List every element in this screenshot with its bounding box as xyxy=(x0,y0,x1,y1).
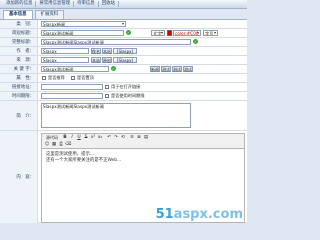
bold-button[interactable]: B xyxy=(62,135,68,141)
superscript-button[interactable]: x² xyxy=(90,135,96,141)
source-code-button[interactable]: 源代码 xyxy=(44,135,60,141)
source-slaspx-button[interactable]: [Slaspx] xyxy=(113,57,137,63)
align-left-icon[interactable]: ≡ xyxy=(129,135,135,141)
undo-icon[interactable]: ↶ xyxy=(106,135,112,141)
check-icon: ✓ xyxy=(193,39,198,44)
nav-item-manage[interactable]: 将常用信息管理 xyxy=(36,1,75,7)
schedule-checkbox[interactable] xyxy=(105,94,109,98)
author-anon-button[interactable]: 佚名 xyxy=(91,48,101,54)
author-label: 作 者： xyxy=(0,47,38,55)
form-tabs: 基本信息 扩展资料 xyxy=(0,10,247,19)
source-input[interactable]: Slaspx xyxy=(41,57,89,63)
recommend-checkbox[interactable] xyxy=(42,76,46,80)
row-short-title: 简短标题： Slaspx测试新闻 ✓ 文字 color:#C00 字号 xyxy=(0,29,247,38)
nav-item-recycle[interactable]: 回收站 xyxy=(99,1,119,7)
keyword-button-1[interactable]: 新闻 xyxy=(150,66,160,72)
schedule-label: 时间期限： xyxy=(0,92,38,100)
subscript-button[interactable]: x₂ xyxy=(97,135,103,141)
clear-format-icon[interactable]: ⌫ xyxy=(65,142,71,148)
row-category: 类 别： Slaspx新闻 xyxy=(0,20,247,29)
row-summary: 简 介： Slaspx测试新闻Slaspx测试新闻 xyxy=(0,101,247,131)
pin-checkbox[interactable] xyxy=(71,76,75,80)
check-icon: ✓ xyxy=(126,30,131,35)
author-slaspx-button[interactable]: [Slaspx] xyxy=(113,48,137,54)
list-icon[interactable]: ▤ xyxy=(143,135,149,141)
underline-button[interactable]: U xyxy=(76,135,82,141)
pin-label: 是否置顶 xyxy=(77,75,94,80)
category-label: 类 别： xyxy=(0,20,38,28)
source-original-button[interactable]: 原创 xyxy=(102,57,112,63)
keywords-label: 关 键 字： xyxy=(0,65,38,73)
attributes-label: 属 性： xyxy=(0,74,38,82)
watermark-part-1: 51 xyxy=(155,207,174,222)
full-title-label: 完整标题： xyxy=(0,38,38,46)
row-attributes: 属 性： 是否推荐 是否置顶 xyxy=(0,74,247,83)
link-input[interactable] xyxy=(41,84,103,90)
author-input[interactable]: Slaspx xyxy=(41,48,89,54)
link-new-window-checkbox[interactable] xyxy=(105,85,109,89)
row-keywords: 关 键 字： Slaspx测试新闻 ✓ 新闻 测试 测试 测试 xyxy=(0,65,247,74)
editor-toolbar: 源代码 B I U S x² x₂ ↶ ↷ ⟲ ≡ ≣ ▤ ☺ ▦ ⎙ ⌫ xyxy=(41,133,245,149)
nav-item-pending[interactable]: 待审信息 xyxy=(74,1,99,7)
form-panel: 类 别： Slaspx新闻 简短标题： Slaspx测试新闻 ✓ 文字 colo… xyxy=(0,19,247,223)
site-watermark: 51aspx.com xyxy=(156,207,243,222)
print-icon[interactable]: ⎙ xyxy=(58,142,64,148)
full-title-input[interactable]: Slaspx测试新闻Slaspx测试新闻 xyxy=(41,39,191,45)
nav-item-add[interactable]: 添加新的信息 xyxy=(3,1,37,7)
top-nav: 添加新的信息 将常用信息管理 待审信息 回收站 xyxy=(0,0,247,9)
row-schedule: 时间期限： 是否使用时间期限 xyxy=(0,92,247,101)
row-link: 链接地址： 用于在打开链接 xyxy=(0,83,247,92)
smiley-icon[interactable]: ☺ xyxy=(44,142,50,148)
font-select[interactable]: 文字 xyxy=(151,30,165,36)
tab-extended-info[interactable]: 扩展资料 xyxy=(34,10,65,19)
strike-button[interactable]: S xyxy=(83,135,89,141)
row-source: 来 源： Slaspx 本站 原创 [Slaspx] xyxy=(0,56,247,65)
link-new-window-label: 用于在打开链接 xyxy=(111,84,141,89)
schedule-checkbox-label: 是否使用时间期限 xyxy=(111,93,145,98)
short-title-label: 简短标题： xyxy=(0,29,38,37)
summary-textarea[interactable]: Slaspx测试新闻Slaspx测试新闻 xyxy=(41,103,191,128)
row-full-title: 完整标题： Slaspx测试新闻Slaspx测试新闻 ✓ xyxy=(0,38,247,47)
source-label: 来 源： xyxy=(0,56,38,64)
schedule-input[interactable] xyxy=(41,93,103,99)
redo-icon[interactable]: ↷ xyxy=(113,135,119,141)
summary-label: 简 介： xyxy=(0,101,38,130)
content-label: 内 容： xyxy=(0,131,38,223)
size-select[interactable]: 字号 xyxy=(203,30,218,36)
keyword-button-2[interactable]: 测试 xyxy=(161,66,171,72)
recommend-label: 是否推荐 xyxy=(48,75,65,80)
link-label: 链接地址： xyxy=(0,83,38,91)
check-icon: ✓ xyxy=(111,66,116,71)
refresh-icon[interactable]: ⟲ xyxy=(120,135,126,141)
keyword-button-4[interactable]: 测试 xyxy=(183,66,193,72)
color-swatch[interactable] xyxy=(167,30,172,36)
keyword-button-3[interactable]: 测试 xyxy=(172,66,182,72)
align-center-icon[interactable]: ≣ xyxy=(136,135,142,141)
author-site-button[interactable]: 本站 xyxy=(102,48,112,54)
table-icon[interactable]: ▦ xyxy=(51,142,57,148)
italic-button[interactable]: I xyxy=(69,135,75,141)
short-title-input[interactable]: Slaspx测试新闻 xyxy=(41,30,124,36)
row-author: 作 者： Slaspx 佚名 本站 [Slaspx] xyxy=(0,47,247,56)
source-site-button[interactable]: 本站 xyxy=(91,57,101,63)
watermark-part-2: aspx.com xyxy=(173,207,243,222)
keywords-input[interactable]: Slaspx测试新闻 xyxy=(41,66,109,72)
content-paragraph-2: 还有一个大家所要关注的是不正Web... xyxy=(46,158,122,163)
category-select[interactable]: Slaspx新闻 xyxy=(41,21,126,27)
color-select[interactable]: color:#C00 xyxy=(173,30,201,36)
row-content: 内 容： 源代码 B I U S x² x₂ ↶ ↷ ⟲ ≡ ≣ ▤ ☺ ▦ ⎙… xyxy=(0,131,247,223)
tab-basic-info[interactable]: 基本信息 xyxy=(3,10,33,19)
